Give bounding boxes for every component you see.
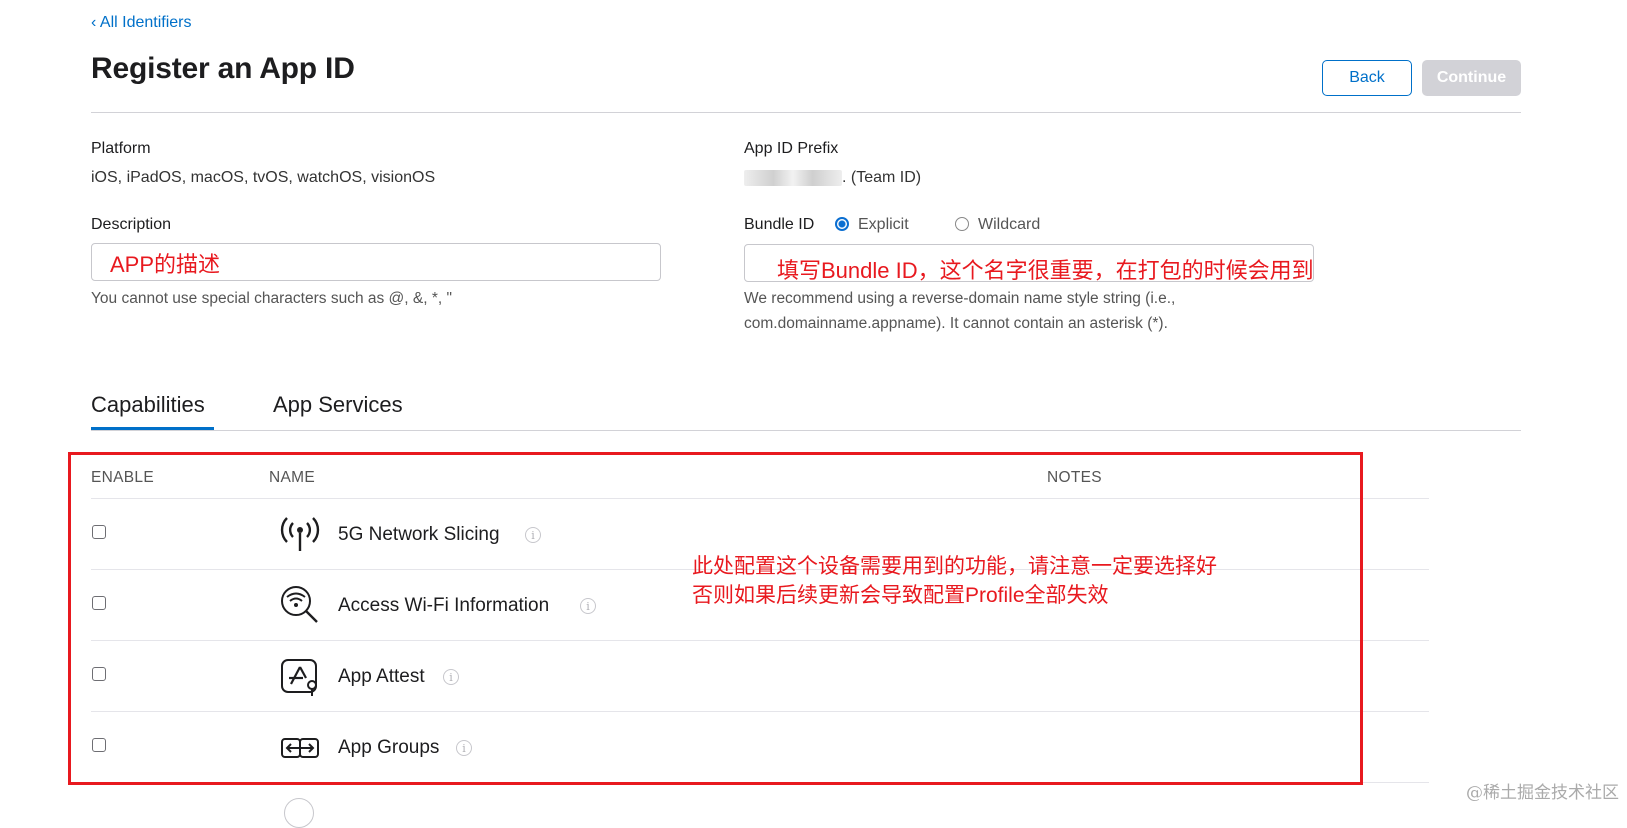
continue-button[interactable]: Continue (1422, 60, 1521, 96)
app-id-prefix-label: App ID Prefix (744, 140, 839, 157)
tab-capabilities[interactable]: Capabilities (91, 392, 205, 418)
wildcard-radio-label[interactable]: Wildcard (978, 216, 1040, 234)
description-label: Description (91, 216, 172, 233)
bundle-id-annotation: 填写Bundle ID，这个名字很重要，在打包的时候会用到 (777, 258, 1314, 283)
description-help-text: You cannot use special characters such a… (91, 290, 452, 307)
watermark: @稀土掘金技术社区 (1466, 783, 1619, 803)
description-annotation: APP的描述 (110, 252, 221, 277)
bundle-help-line-2: com.domainname.appname). It cannot conta… (744, 315, 1168, 332)
breadcrumb-all-identifiers[interactable]: ‹ All Identifiers (91, 14, 191, 32)
capabilities-annotation-line-1: 此处配置这个设备需要用到的功能，请注意一定要选择好 (692, 555, 1217, 578)
platform-value: iOS, iPadOS, macOS, tvOS, watchOS, visio… (91, 169, 436, 186)
capabilities-highlight-box (68, 452, 1363, 785)
explicit-radio[interactable] (835, 217, 849, 231)
team-id-redacted (744, 170, 842, 186)
explicit-radio-label[interactable]: Explicit (858, 216, 909, 234)
capabilities-annotation-line-2: 否则如果后续更新会导致配置Profile全部失效 (692, 584, 1109, 607)
bundle-help-line-1: We recommend using a reverse-domain name… (744, 290, 1176, 307)
header-divider (91, 112, 1521, 113)
tab-app-services[interactable]: App Services (273, 392, 403, 418)
tabs-divider (91, 430, 1521, 431)
capabilities-annotation: 此处配置这个设备需要用到的功能，请注意一定要选择好 否则如果后续更新会导致配置P… (692, 552, 1217, 610)
back-button[interactable]: Back (1322, 60, 1412, 96)
team-id-suffix: . (Team ID) (842, 169, 922, 186)
wildcard-radio[interactable] (955, 217, 969, 231)
bundle-id-label: Bundle ID (744, 216, 815, 233)
platform-label: Platform (91, 140, 151, 157)
page-title: Register an App ID (91, 52, 355, 85)
partial-row-icon (284, 798, 314, 828)
